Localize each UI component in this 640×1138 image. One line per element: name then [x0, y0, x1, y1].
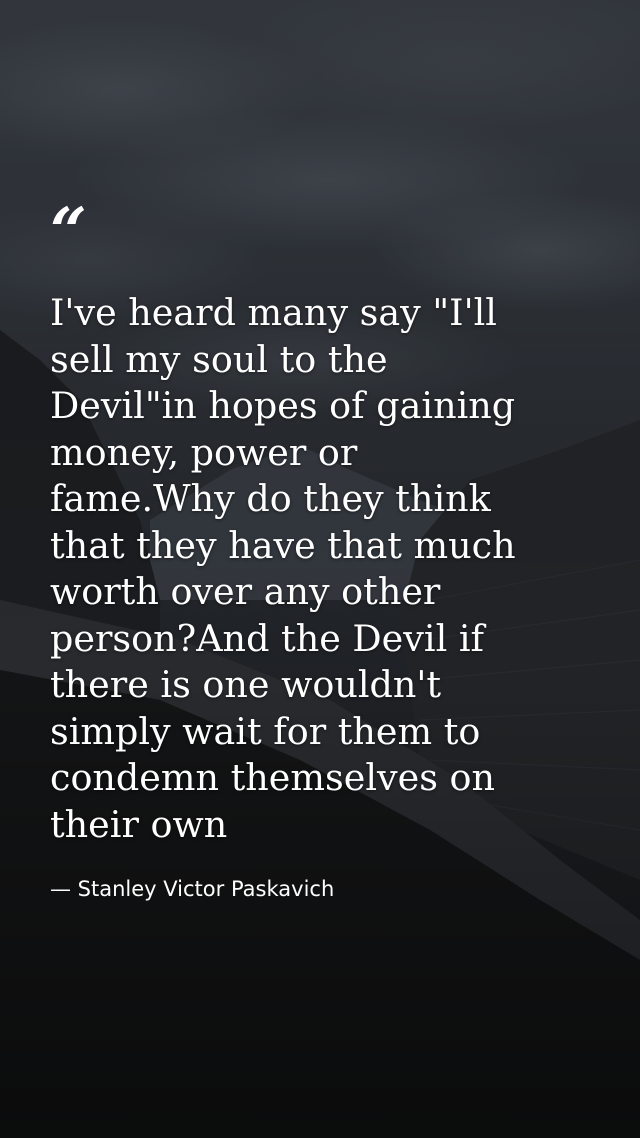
quote-line: worth over any other: [50, 570, 441, 613]
quote-line: sell my soul to the: [50, 337, 388, 381]
quote-line: Devil"in hopes of gaining: [50, 384, 516, 427]
quote-line: condemn themselves on: [50, 756, 496, 799]
quote-mark-icon: “: [50, 194, 87, 269]
quote-line: money, power or: [50, 430, 358, 474]
quote-card: “ I've heard many say "I'll sell my soul…: [0, 0, 640, 1138]
quote-line: simply wait for them to: [50, 709, 481, 753]
quote-text: I've heard many say "I'll sell my soul t…: [50, 290, 610, 848]
quote-line: there is one wouldn't: [50, 663, 442, 706]
quote-author: — Stanley Victor Paskavich: [50, 877, 335, 901]
quote-line: fame.Why do they think: [50, 477, 491, 520]
quote-line: that they have that much: [50, 523, 516, 567]
quote-line: their own: [50, 802, 228, 846]
quote-line: person?And the Devil if: [50, 616, 485, 660]
quote-line: I've heard many say "I'll: [50, 291, 497, 334]
